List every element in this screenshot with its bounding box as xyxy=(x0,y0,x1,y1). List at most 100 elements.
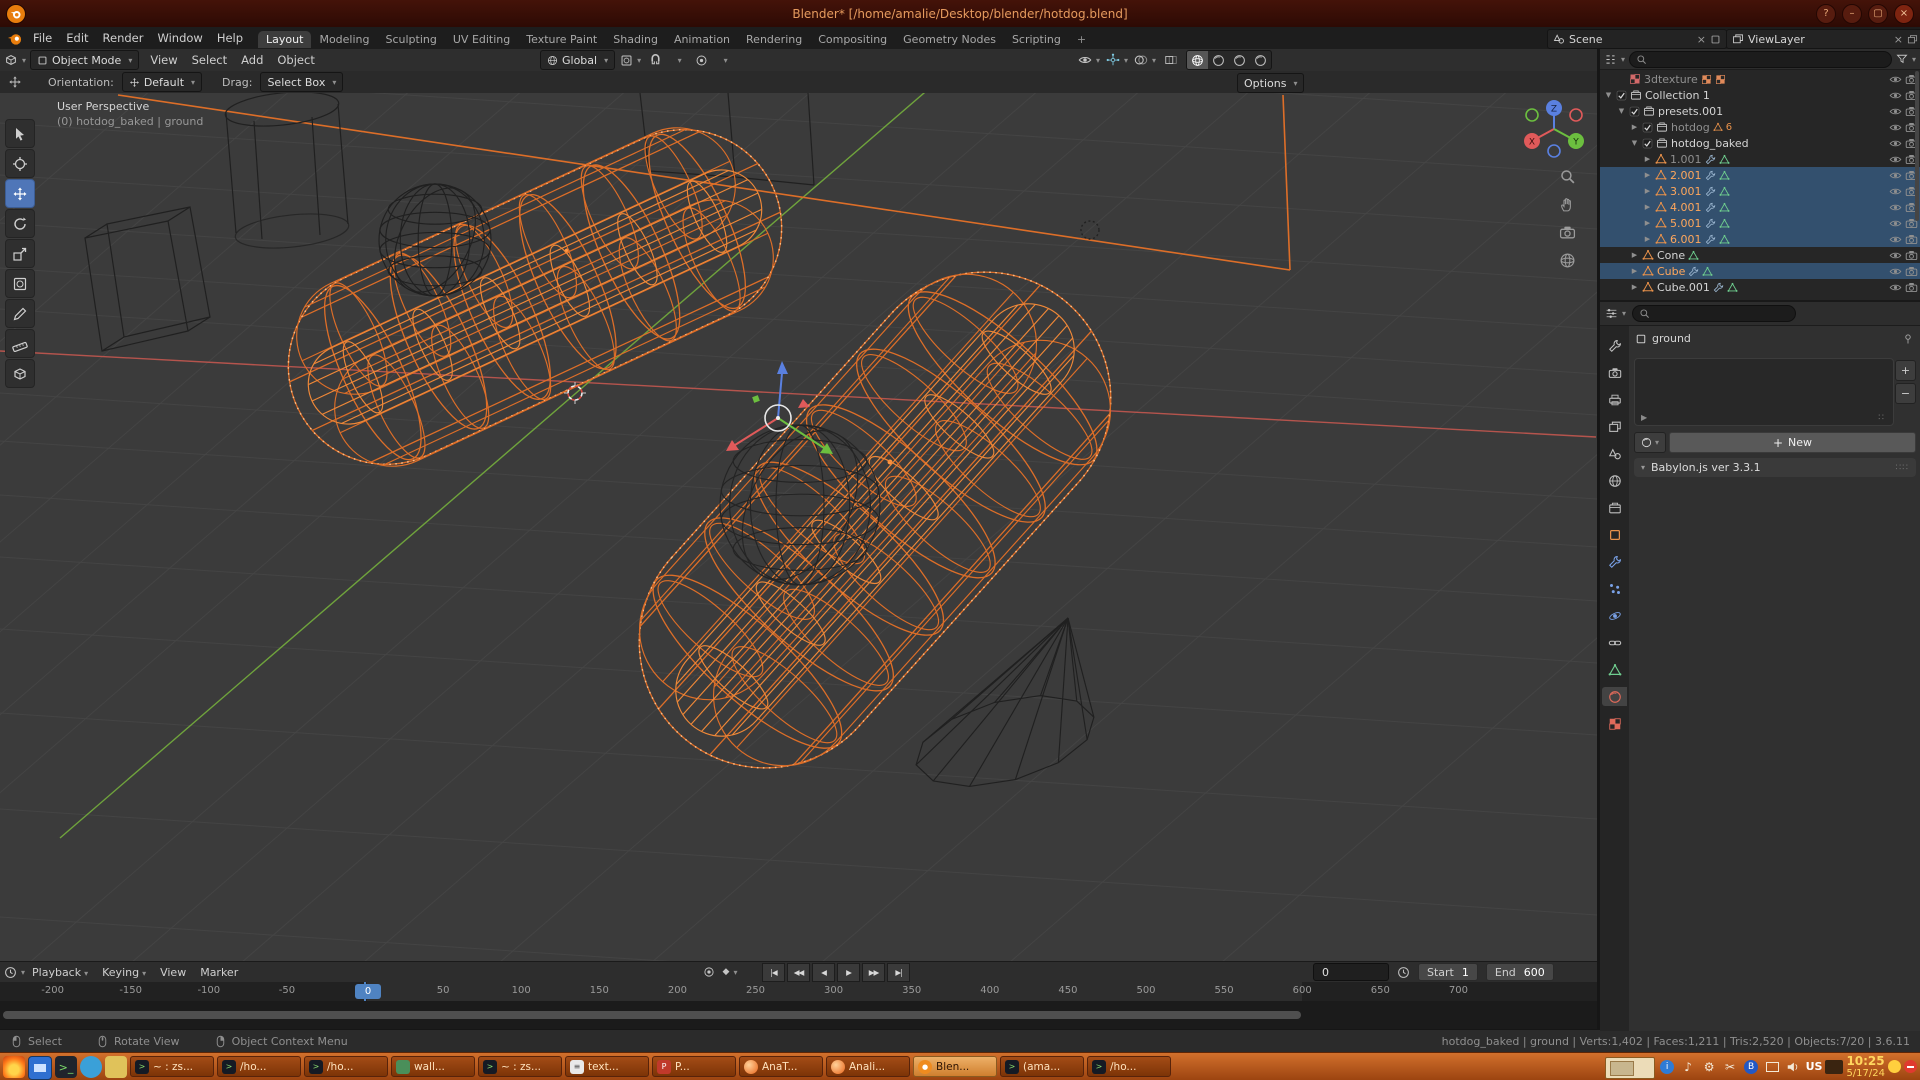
disclosure-icon[interactable]: ▶ xyxy=(1630,251,1639,259)
mesh-data-icon[interactable] xyxy=(1719,218,1730,229)
taskbar-window-ho[interactable]: >/ho... xyxy=(217,1056,301,1077)
show-object-types-button[interactable]: ▾ xyxy=(1078,51,1100,69)
mode-dropdown[interactable]: Object Mode▾ xyxy=(30,50,139,70)
hide-viewport-icon[interactable] xyxy=(1889,185,1902,198)
snap-settings-button[interactable]: ▾ xyxy=(669,51,687,69)
launcher-terminal-icon[interactable]: >_ xyxy=(55,1056,77,1078)
disclosure-icon[interactable]: ▼ xyxy=(1630,139,1639,147)
disclosure-icon[interactable]: ▶ xyxy=(1643,155,1652,163)
workspace-pager[interactable] xyxy=(1605,1057,1655,1079)
properties-search-input[interactable] xyxy=(1632,305,1796,322)
transform-orientation-dropdown[interactable]: Global▾ xyxy=(540,50,615,70)
collection-checkbox-icon[interactable] xyxy=(1642,122,1653,133)
tab-shading[interactable]: Shading xyxy=(605,31,666,48)
taskbar-window-zs[interactable]: >~ : zs... xyxy=(478,1056,562,1077)
properties-tab-output[interactable] xyxy=(1602,390,1627,409)
play-reverse-button[interactable]: ◀ xyxy=(812,963,835,982)
dnd-dot-icon[interactable] xyxy=(1904,1060,1917,1073)
outliner-row-2-001[interactable]: ▶2.001 xyxy=(1600,167,1920,183)
modifier-icon[interactable] xyxy=(1705,186,1716,197)
axis-neg-y-ball[interactable] xyxy=(1526,109,1538,121)
disable-render-icon[interactable] xyxy=(1905,265,1918,278)
disable-render-icon[interactable] xyxy=(1905,281,1918,294)
navigation-gizmo[interactable]: Z X Y xyxy=(1516,95,1592,165)
modifier-icon[interactable] xyxy=(1705,154,1716,165)
mesh-data-icon[interactable] xyxy=(1719,202,1730,213)
outliner-row-collection-1[interactable]: ▼Collection 1 xyxy=(1600,87,1920,103)
tab-texture-paint[interactable]: Texture Paint xyxy=(518,31,605,48)
scene-unlink-icon[interactable]: × xyxy=(1697,33,1706,46)
properties-tab-collection[interactable] xyxy=(1602,498,1627,517)
tool-move-button[interactable] xyxy=(5,179,35,208)
taskbar-window-ho[interactable]: >/ho... xyxy=(1087,1056,1171,1077)
disclosure-icon[interactable]: ▶ xyxy=(1643,235,1652,243)
play-button[interactable]: ▶ xyxy=(837,963,860,982)
modifier-icon[interactable] xyxy=(1705,234,1716,245)
disable-render-icon[interactable] xyxy=(1905,249,1918,262)
hide-viewport-icon[interactable] xyxy=(1889,281,1902,294)
hotdog-wireframes[interactable] xyxy=(256,97,1163,819)
modifier-icon[interactable] xyxy=(1705,218,1716,229)
viewlayer-new-icon[interactable] xyxy=(1907,34,1918,45)
disable-render-icon[interactable] xyxy=(1905,233,1918,246)
outliner-row-3-001[interactable]: ▶3.001 xyxy=(1600,183,1920,199)
launcher-display-icon[interactable] xyxy=(28,1056,52,1080)
slot-grip-icon[interactable]: ∷ xyxy=(1878,413,1885,423)
perspective-toggle-icon[interactable] xyxy=(1556,249,1578,271)
proportional-edit-button[interactable] xyxy=(692,51,710,69)
viewlayer-selector[interactable]: ViewLayer × xyxy=(1726,29,1920,49)
drag-value-dropdown[interactable]: Select Box▾ xyxy=(260,72,343,92)
hide-viewport-icon[interactable] xyxy=(1889,265,1902,278)
disclosure-icon[interactable]: ▶ xyxy=(1630,123,1639,131)
taskbar-window-ama[interactable]: >(ama... xyxy=(1000,1056,1084,1077)
hide-viewport-icon[interactable] xyxy=(1889,73,1902,86)
viewport-canvas[interactable] xyxy=(0,93,1597,961)
mesh-data-icon[interactable] xyxy=(1702,266,1713,277)
taskbar-window-ho[interactable]: >/ho... xyxy=(304,1056,388,1077)
modifier-icon[interactable] xyxy=(1705,170,1716,181)
use-preview-range-icon[interactable] xyxy=(1397,966,1410,979)
tool-transform-button[interactable] xyxy=(5,269,35,298)
collection-checkbox-icon[interactable] xyxy=(1642,138,1653,149)
mesh-data-icon[interactable] xyxy=(1688,250,1699,261)
hide-viewport-icon[interactable] xyxy=(1889,217,1902,230)
pan-hand-icon[interactable] xyxy=(1556,193,1578,215)
tray-volume-icon[interactable] xyxy=(1784,1057,1803,1076)
launcher-menu-icon[interactable] xyxy=(3,1056,25,1078)
timeline-menu-marker[interactable]: Marker xyxy=(193,966,245,979)
close-button[interactable]: × xyxy=(1894,4,1914,24)
menu-edit[interactable]: Edit xyxy=(59,30,95,46)
editor-type-button[interactable]: ▾ xyxy=(4,51,26,69)
texture-data-icon[interactable] xyxy=(1715,74,1726,85)
mesh-data-icon[interactable] xyxy=(1719,234,1730,245)
blender-menu-icon[interactable] xyxy=(7,31,22,46)
outliner-scrollbar[interactable] xyxy=(1915,71,1919,221)
menu-render[interactable]: Render xyxy=(96,30,151,46)
hide-viewport-icon[interactable] xyxy=(1889,89,1902,102)
taskbar-window-p[interactable]: PP... xyxy=(652,1056,736,1077)
mesh-data-icon[interactable] xyxy=(1719,186,1730,197)
tool-annotate-button[interactable] xyxy=(5,299,35,328)
properties-tab-tool[interactable] xyxy=(1602,336,1627,355)
tab-geometry-nodes[interactable]: Geometry Nodes xyxy=(895,31,1004,48)
material-slot-list[interactable]: ▶ ∷ xyxy=(1634,358,1894,426)
shading-rendered-button[interactable] xyxy=(1250,51,1271,69)
add-workspace-button[interactable]: + xyxy=(1069,31,1094,48)
tab-layout[interactable]: Layout xyxy=(258,31,311,48)
properties-tab-view-layer[interactable] xyxy=(1602,417,1627,436)
prev-keyframe-button[interactable]: ◀◀ xyxy=(787,963,810,982)
modifier-icon[interactable] xyxy=(1713,282,1724,293)
tab-modeling[interactable]: Modeling xyxy=(311,31,377,48)
hide-viewport-icon[interactable] xyxy=(1889,249,1902,262)
tray-info-icon[interactable]: i xyxy=(1658,1057,1677,1076)
mesh-data-icon[interactable] xyxy=(1719,154,1730,165)
outliner-row-4-001[interactable]: ▶4.001 xyxy=(1600,199,1920,215)
taskbar-window-anali[interactable]: Anali... xyxy=(826,1056,910,1077)
playhead-frame-tag[interactable]: 0 xyxy=(355,984,381,999)
disclosure-icon[interactable]: ▼ xyxy=(1617,107,1626,115)
viewport-menu-select[interactable]: Select xyxy=(185,52,234,68)
launcher-browser-icon[interactable] xyxy=(80,1056,102,1078)
keyboard-layout-indicator[interactable]: US xyxy=(1806,1060,1823,1073)
tray-settings-icon[interactable]: ⚙ xyxy=(1700,1057,1719,1076)
babylon-panel-header[interactable]: ▾ Babylon.js ver 3.3.1 ∷∷ xyxy=(1634,458,1916,477)
